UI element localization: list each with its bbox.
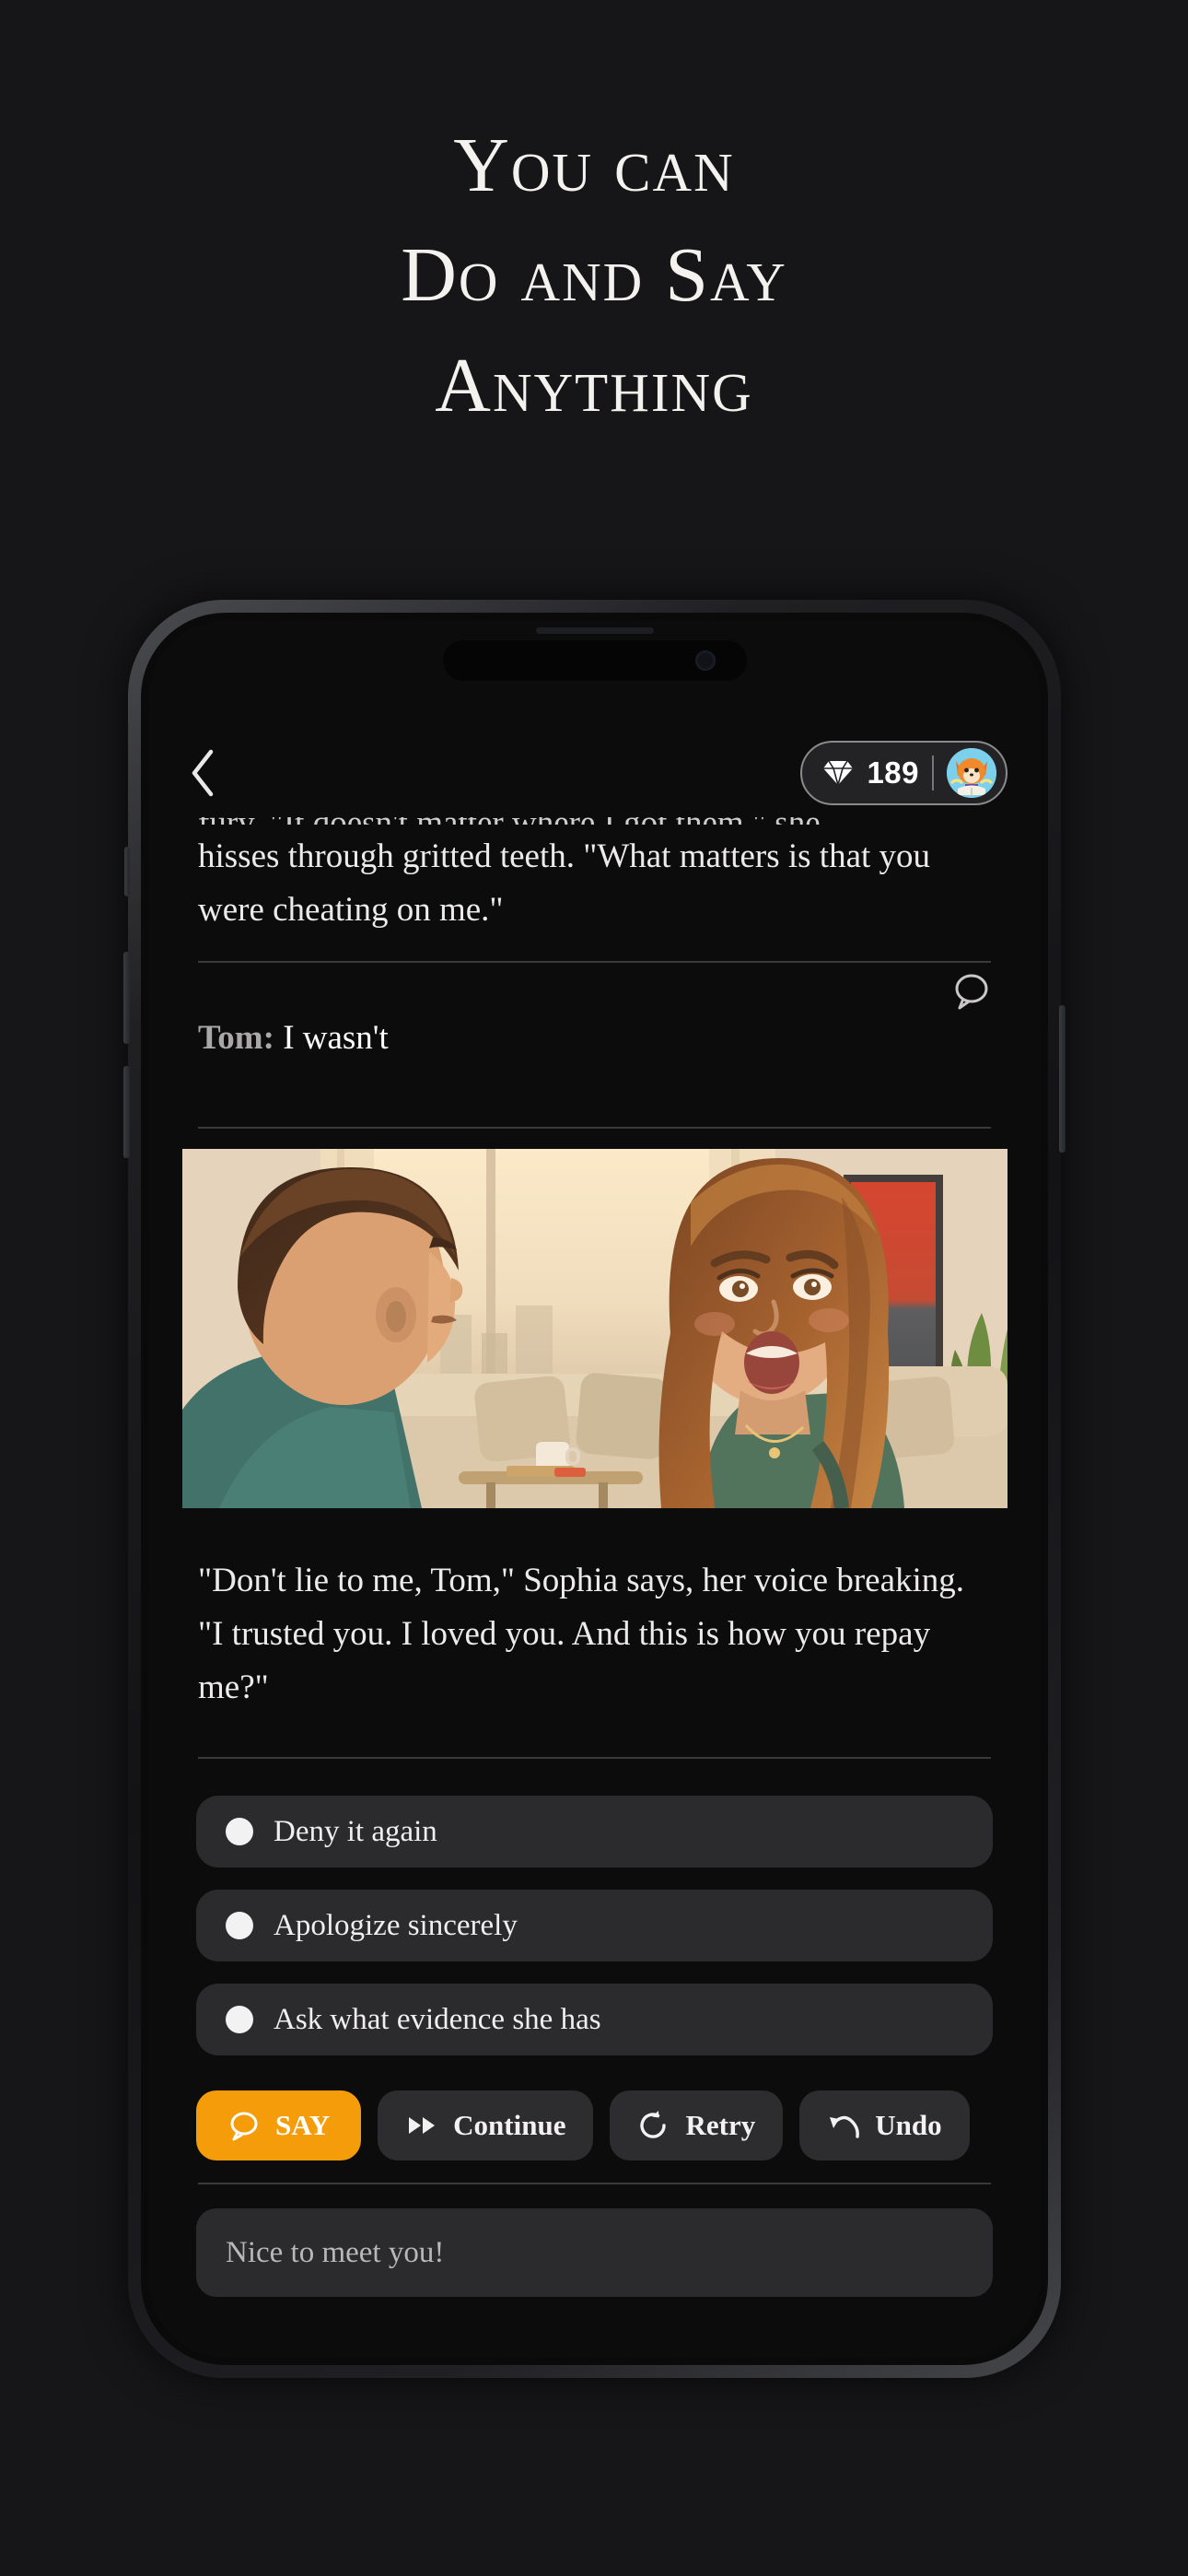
reply-speaker-name: Tom: <box>198 1019 274 1058</box>
choice-option-2[interactable]: Apologize sincerely <box>196 1890 993 1962</box>
headline-line-1: You can <box>453 123 735 208</box>
story-illustration <box>181 1148 1007 1508</box>
phone-volume-down-button <box>123 1066 130 1158</box>
headline-line-3: Anything <box>435 342 753 428</box>
choice-label: Deny it again <box>274 1814 437 1848</box>
narration-paragraph: "Don't lie to me, Tom," Sophia says, her… <box>198 1561 965 1707</box>
choice-option-1[interactable]: Deny it again <box>196 1796 993 1868</box>
phone-power-button <box>1059 1005 1066 1153</box>
reply-body: I wasn't <box>283 1019 389 1058</box>
speech-bubble-icon <box>227 2110 261 2141</box>
pill-divider <box>932 755 934 790</box>
diamond-icon <box>822 759 854 787</box>
gem-count: 189 <box>867 755 919 790</box>
chat-input-area <box>180 2184 1009 2298</box>
phone-silent-switch <box>124 847 130 896</box>
choice-option-3[interactable]: Ask what evidence she has <box>196 1984 993 2056</box>
undo-button-label: Undo <box>875 2109 942 2142</box>
choice-list: Deny it again Apologize sincerely Ask wh… <box>180 1796 1009 2056</box>
undo-button[interactable]: Undo <box>799 2090 970 2161</box>
choice-label: Ask what evidence she has <box>274 2002 601 2036</box>
player-reply-text: Tom: I wasn't <box>198 1014 991 1062</box>
chevron-left-icon <box>187 748 218 798</box>
retry-button[interactable]: Retry <box>610 2090 784 2161</box>
phone-notch <box>442 640 747 681</box>
choice-bullet-icon <box>226 1818 253 1846</box>
front-camera-icon <box>694 650 716 671</box>
player-reply-row: Tom: I wasn't <box>180 963 1009 1103</box>
avatar[interactable] <box>947 748 996 798</box>
previous-paragraph-body: hisses through gritted teeth. "What matt… <box>198 837 931 930</box>
gem-balance-pill[interactable]: 189 <box>800 741 1007 805</box>
previous-paragraph: fury. "It doesn't matter where I got the… <box>180 817 1009 937</box>
retry-button-label: Retry <box>685 2109 756 2142</box>
phone-bezel: 189 hisses through gritted teeth. "What … <box>141 613 1048 2365</box>
refresh-icon <box>637 2110 670 2141</box>
action-bar: SAY Continue Retry Undo <box>180 2078 1009 2162</box>
back-button[interactable] <box>176 746 229 800</box>
continue-button-label: Continue <box>453 2109 566 2142</box>
choice-label: Apologize sincerely <box>274 1908 518 1942</box>
previous-paragraph-clipped-line: fury. "It doesn't matter where I got the… <box>198 817 991 825</box>
continue-button[interactable]: Continue <box>378 2090 594 2161</box>
phone-volume-up-button <box>123 952 130 1044</box>
say-button[interactable]: SAY <box>196 2090 362 2161</box>
say-button-label: SAY <box>275 2109 331 2142</box>
chat-input[interactable] <box>196 2208 993 2298</box>
promo-headline: You can Do and Say Anything <box>0 111 1188 440</box>
story-scroll-area[interactable]: fury. "It doesn't matter where I got the… <box>148 817 1041 2358</box>
phone-mockup: 189 hisses through gritted teeth. "What … <box>123 600 1066 2378</box>
undo-arrow-icon <box>827 2110 860 2141</box>
headline-line-2: Do and Say <box>401 232 787 319</box>
speech-bubble-icon[interactable] <box>950 970 993 1013</box>
app-top-bar: 189 <box>148 729 1041 817</box>
phone-earpiece-speaker <box>535 627 654 634</box>
narration-divider <box>198 1757 991 1760</box>
fast-forward-icon <box>405 2110 438 2141</box>
choice-bullet-icon <box>226 2006 253 2034</box>
phone-screen: 189 hisses through gritted teeth. "What … <box>148 620 1041 2358</box>
choice-bullet-icon <box>226 1912 253 1940</box>
